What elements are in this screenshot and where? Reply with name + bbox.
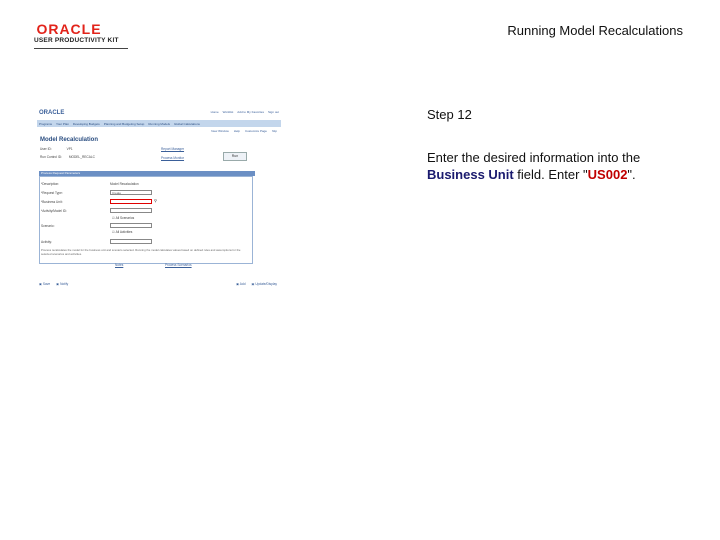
toolbar-customize[interactable]: Customize Page (245, 129, 267, 133)
app-nav: Programs Your Plan Developing Budgets Pl… (37, 120, 281, 127)
header-link-favorites[interactable]: Add to My Favorites (237, 110, 264, 114)
run-button[interactable]: Run (223, 152, 247, 161)
business-unit-label: *Business Unit: (41, 200, 63, 204)
toolbar-new-window[interactable]: New Window (211, 129, 229, 133)
save-button[interactable]: ▣ Save (39, 282, 50, 286)
activity-label: Activity: (41, 240, 52, 244)
instruction-mid: field. Enter " (513, 167, 588, 182)
activity-model-label: *Activity/Model ID: (41, 209, 67, 213)
toolbar-http[interactable]: http (272, 129, 277, 133)
request-type-label: *Request Type: (41, 191, 63, 195)
app-page-title: Model Recalculation (40, 137, 99, 143)
scenario-input[interactable] (110, 223, 152, 228)
all-scenarios-label: All Scenarios (115, 216, 135, 220)
all-scenarios-checkbox[interactable]: ☑ All Scenarios (112, 216, 134, 220)
nav-item-developing-budgets[interactable]: Developing Budgets (73, 122, 100, 126)
bottom-bar-right: ▣ Add ▣ Update/Display (234, 280, 277, 288)
run-control-label: Run Control ID: (40, 155, 62, 159)
description-paragraph: Process recalculates the model for the b… (41, 248, 241, 256)
app-logo: ORACLE (39, 110, 65, 116)
logo-rule (34, 48, 128, 49)
run-control: Run Control ID: MODEL_RECALC (40, 155, 95, 159)
instruction-post: ". (627, 167, 636, 182)
nav-item-your-plan[interactable]: Your Plan (56, 122, 69, 126)
instruction-pre: Enter the desired information into the (427, 150, 641, 165)
user-id-value: VP1 (66, 147, 73, 151)
add-label: Add (239, 282, 246, 286)
notify-label: Notify (60, 282, 69, 286)
notes-link[interactable]: Notes (115, 263, 123, 267)
page-title: Running Model Recalculations (507, 23, 683, 38)
scenario-label: Scenario: (41, 224, 55, 228)
entry-value: US002 (587, 167, 628, 182)
business-unit-input[interactable] (110, 199, 152, 204)
logo-brand: ORACLE (36, 21, 102, 37)
description-label: *Description: (41, 182, 60, 186)
user-id-label: User ID: (40, 147, 52, 151)
activity-model-input[interactable] (110, 208, 152, 213)
nav-item-programs[interactable]: Programs (39, 122, 52, 126)
app-toolbar: New Window Help Customize Page http (211, 129, 277, 133)
process-monitor-link[interactable]: Process Monitor (161, 156, 184, 160)
update-display-button[interactable]: ▣ Update/Display (251, 282, 277, 286)
report-manager-link[interactable]: Report Manager (161, 147, 184, 151)
add-button[interactable]: ▣ Add (236, 282, 245, 286)
header-links: Home Worklist Add to My Favorites Sign o… (211, 110, 279, 114)
description-value: Model Recalculation (110, 182, 139, 186)
nav-item-running-models[interactable]: Running Models (148, 122, 170, 126)
application-screenshot: ORACLE Home Worklist Add to My Favorites… (37, 108, 281, 290)
header-link-signout[interactable]: Sign out (268, 110, 279, 114)
update-display-label: Update/Display (255, 282, 277, 286)
toolbar-help[interactable]: Help (234, 129, 240, 133)
run-control-value: MODEL_RECALC (68, 155, 95, 159)
oracle-upk-logo: ORACLE USER PRODUCTIVITY KIT (34, 21, 134, 49)
all-activities-label: All Activities (115, 230, 133, 234)
nav-item-setup[interactable]: Planning and Budgeting Setup (104, 122, 145, 126)
header-link-home[interactable]: Home (211, 110, 219, 114)
step-instruction: Enter the desired information into the B… (427, 149, 697, 183)
activity-input[interactable] (110, 239, 152, 244)
header-link-worklist[interactable]: Worklist (223, 110, 234, 114)
nav-item-global-calculations[interactable]: Global Calculations (174, 122, 200, 126)
lookup-icon[interactable]: ⚲ (154, 198, 157, 203)
all-activities-checkbox[interactable]: ☑ All Activities (112, 230, 132, 234)
process-scenarios-link[interactable]: Process Scenarios (165, 263, 192, 267)
notify-button[interactable]: ▣ Notify (56, 282, 68, 286)
request-type-value: Create (112, 191, 122, 195)
request-type-select[interactable]: Create (110, 190, 152, 195)
logo-sub: USER PRODUCTIVITY KIT (34, 37, 119, 44)
app-header: ORACLE Home Worklist Add to My Favorites… (37, 108, 281, 120)
save-label: Save (42, 282, 51, 286)
field-name: Business Unit (427, 167, 514, 182)
step-title: Step 12 (427, 107, 472, 122)
user-id: User ID: VP1 (40, 147, 73, 151)
